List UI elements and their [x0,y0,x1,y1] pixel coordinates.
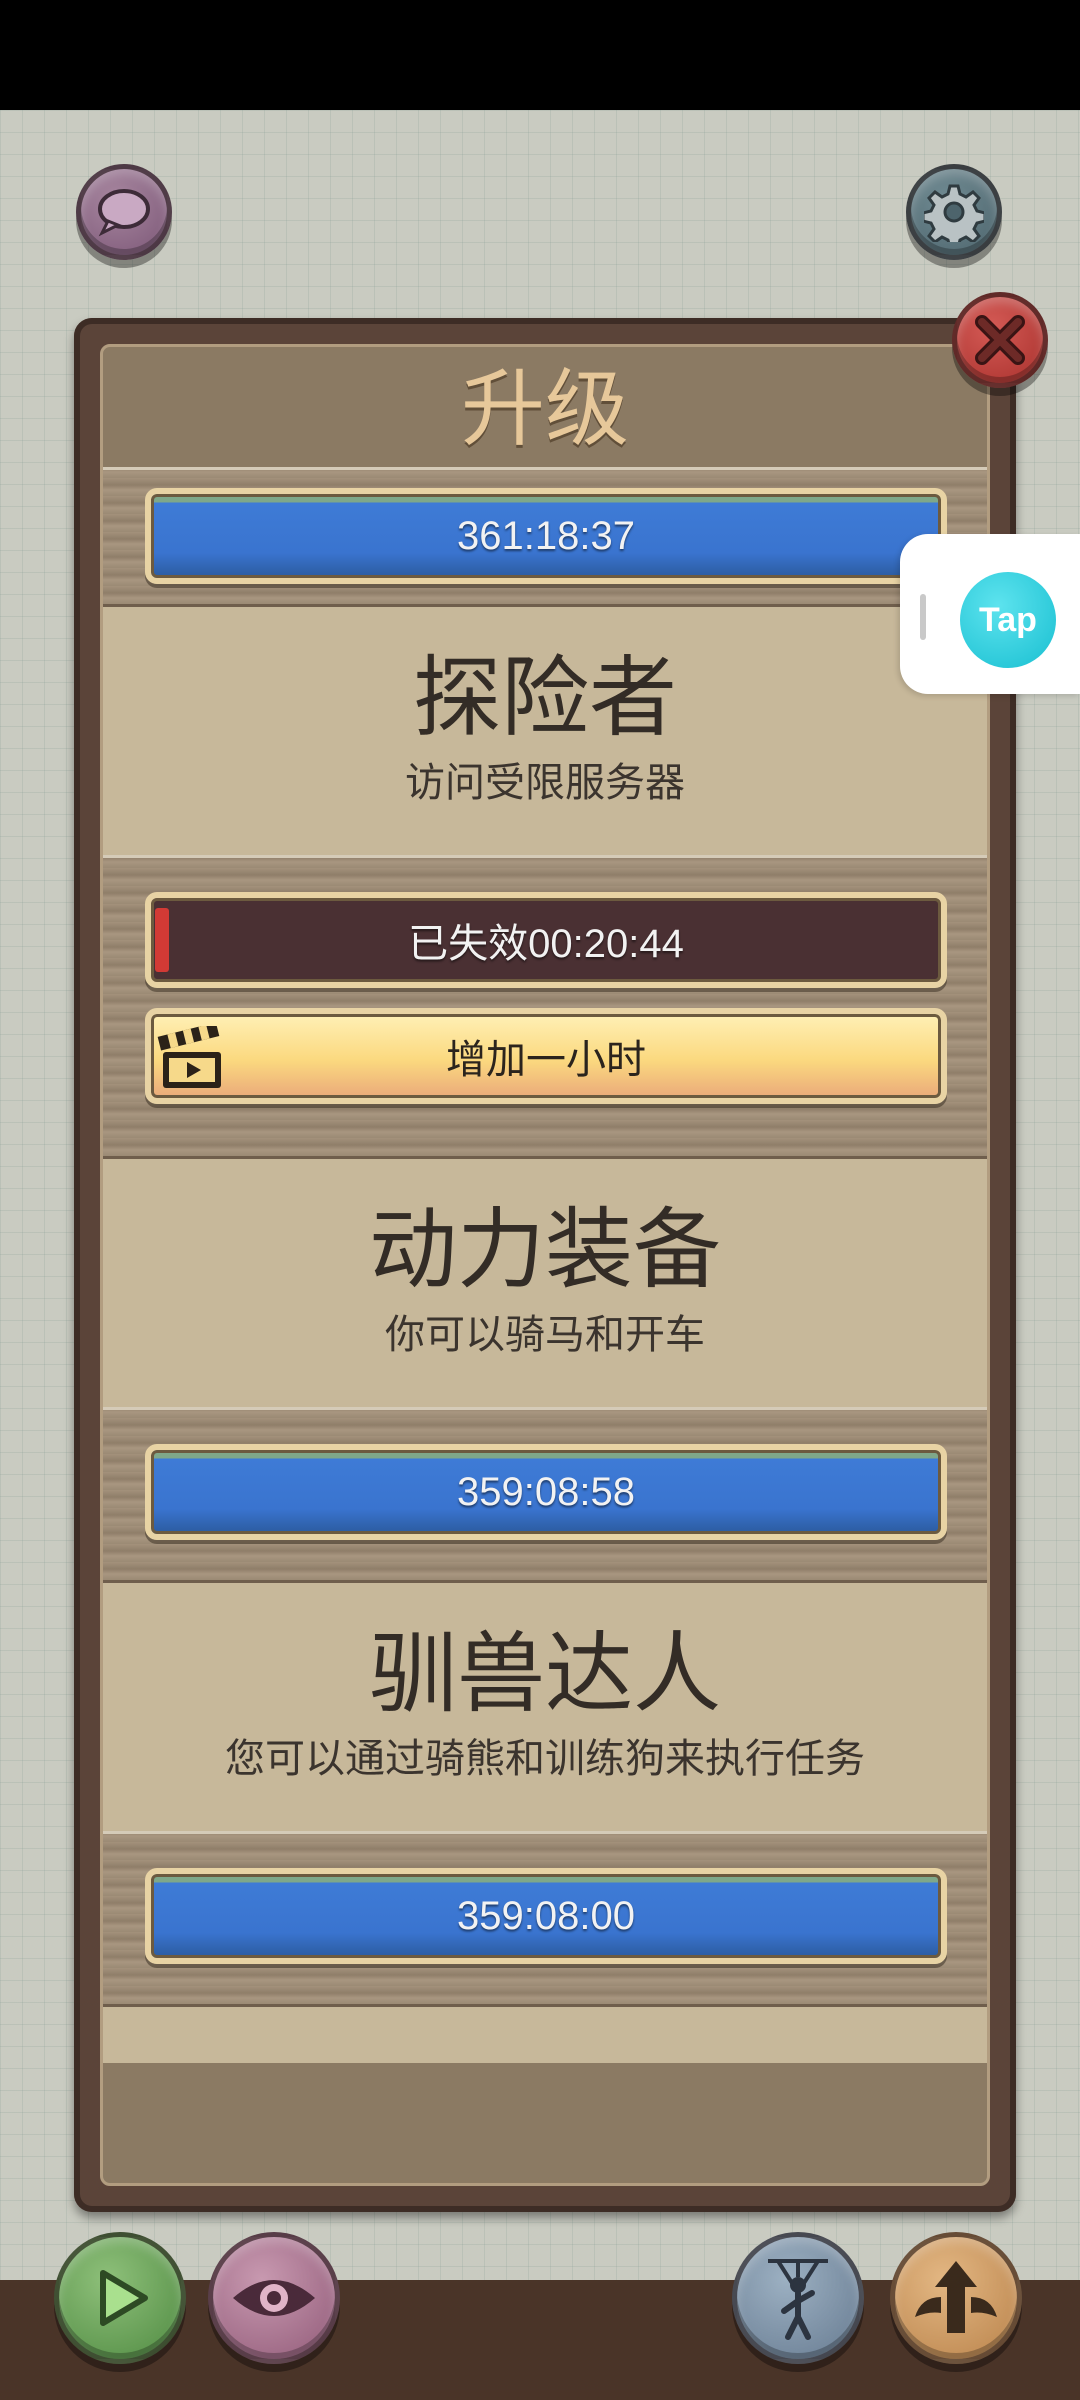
close-button[interactable] [952,292,1048,388]
expired-status-bar: 已失效00:20:44 [145,892,947,988]
chat-icon [98,189,150,237]
status-text: 已失效00:20:44 [408,922,684,966]
view-button[interactable] [208,2232,340,2364]
top-timer-row: 361:18:37 [103,467,987,607]
upgrade-card: 动力装备 你可以骑马和开车 [103,1159,987,1407]
timer-text: 359:08:58 [457,1469,635,1514]
upgrade-list[interactable]: 361:18:37 探险者 访问受限服务器 已失效00:20:44 增加一小时 … [103,467,987,2063]
upgrade-description: 您可以通过骑熊和训练狗来执行任务 [225,1736,865,1782]
upgrade-name [103,2007,987,2043]
settings-button[interactable] [906,164,1002,260]
floating-tap-widget[interactable]: Tap [900,534,1080,694]
puppet-icon [768,2259,828,2340]
timer-bar: 361:18:37 [145,488,947,584]
timer-text: 361:18:37 [457,513,635,558]
drag-handle[interactable] [920,594,926,640]
status-bar [0,0,1080,110]
upgrade-button[interactable] [890,2232,1022,2364]
close-icon [975,315,1025,365]
play-icon [100,2270,148,2326]
upgrade-controls: 359:08:58 [103,1407,987,1583]
play-button[interactable] [54,2232,186,2364]
progress-fill [155,908,169,972]
upgrade-dialog: 升级 361:18:37 探险者 访问受限服务器 已失效00:20:44 增加一… [74,318,1016,2212]
upgrade-name: 动力装备 [368,1198,721,1301]
upgrade-card: 驯兽达人 您可以通过骑熊和训练狗来执行任务 [103,1583,987,1831]
timer-bar: 359:08:58 [145,1444,947,1540]
upgrade-description: 访问受限服务器 [405,760,685,806]
upgrade-description: 你可以骑马和开车 [385,1312,705,1358]
gear-icon [924,184,984,242]
dialog-panel: 升级 361:18:37 探险者 访问受限服务器 已失效00:20:44 增加一… [100,344,990,2186]
upgrade-card: 探险者 访问受限服务器 [103,607,987,855]
upgrade-card [103,2007,987,2063]
tap-label: Tap [979,600,1037,639]
timer-text: 359:08:00 [457,1893,635,1938]
add-hour-button[interactable]: 增加一小时 [145,1008,947,1104]
upgrade-name: 驯兽达人 [368,1622,721,1725]
tap-logo[interactable]: Tap [960,572,1056,668]
winged-arrow-icon [915,2261,997,2333]
clapperboard-icon [157,1026,221,1088]
timer-bar: 359:08:00 [145,1868,947,1964]
add-hour-label: 增加一小时 [446,1037,646,1083]
puppet-button[interactable] [732,2232,864,2364]
upgrade-controls: 359:08:00 [103,1831,987,2007]
eye-icon [233,2280,315,2316]
upgrade-controls: 已失效00:20:44 增加一小时 [103,855,987,1159]
upgrade-name: 探险者 [412,646,677,749]
chat-button[interactable] [76,164,172,260]
dialog-title: 升级 [460,360,629,458]
